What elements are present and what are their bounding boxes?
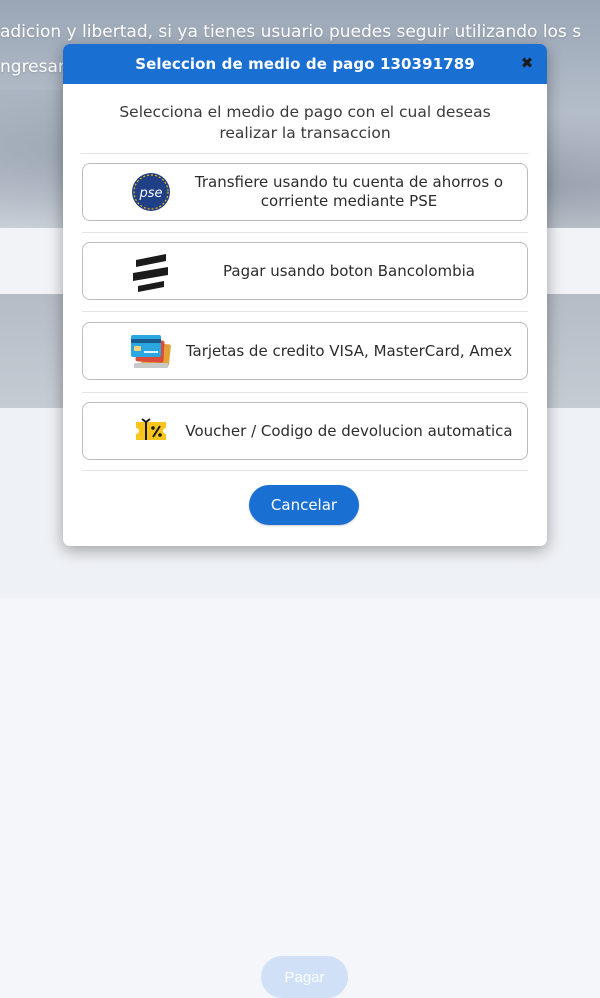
divider (82, 470, 528, 471)
divider (81, 153, 529, 154)
payment-method-modal: Seleccion de medio de pago 130391789 ✖ S… (63, 44, 547, 546)
divider (82, 392, 528, 393)
modal-header: Seleccion de medio de pago 130391789 ✖ (63, 44, 547, 84)
credit-cards-icon (127, 327, 175, 375)
modal-prompt: Selecciona el medio de pago con el cual … (119, 103, 491, 142)
background-intro-text-line1: adicion y libertad, si ya tienes usuario… (0, 22, 582, 42)
payment-option-voucher[interactable]: Voucher / Codigo de devolucion automatic… (82, 402, 528, 460)
pse-logo-text: pse (138, 186, 162, 201)
payment-option-bancolombia[interactable]: Pagar usando boton Bancolombia (82, 242, 528, 300)
bancolombia-logo-icon (127, 247, 175, 295)
payment-option-pse[interactable]: pse Transfiere usando tu cuenta de ahorr… (82, 163, 528, 221)
pay-button[interactable]: Pagar (261, 956, 348, 998)
modal-title: Seleccion de medio de pago 130391789 (135, 55, 475, 73)
payment-option-label: Transfiere usando tu cuenta de ahorros o… (194, 173, 504, 210)
payment-option-credit-cards[interactable]: Tarjetas de credito VISA, MasterCard, Am… (82, 322, 528, 380)
close-icon[interactable]: ✖ (519, 55, 535, 71)
payment-option-label: Voucher / Codigo de devolucion automatic… (185, 421, 513, 440)
background-intro-text-line2: ngresar (0, 57, 65, 77)
payment-option-label: Tarjetas de credito VISA, MasterCard, Am… (185, 341, 513, 360)
payment-option-label: Pagar usando boton Bancolombia (223, 261, 475, 280)
pse-logo-icon: pse (127, 168, 175, 216)
divider (82, 311, 528, 312)
cancel-button[interactable]: Cancelar (249, 485, 359, 525)
voucher-ticket-icon (127, 407, 175, 455)
divider (82, 232, 528, 233)
